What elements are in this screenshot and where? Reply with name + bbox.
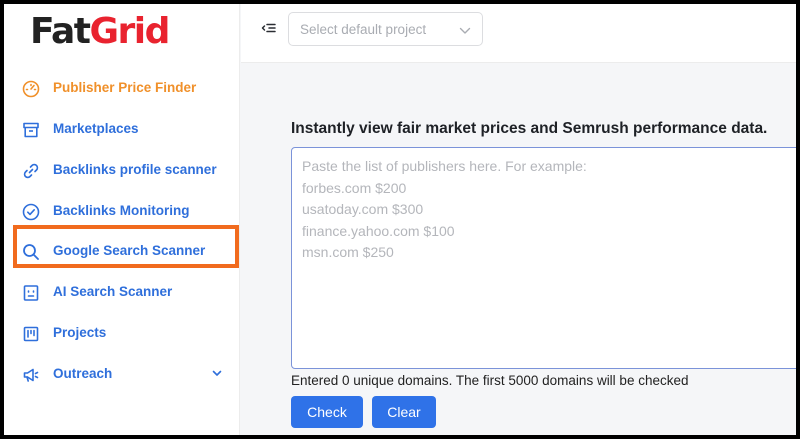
sidebar-item-outreach[interactable]: Outreach (4, 354, 240, 394)
page-title: Instantly view fair market prices and Se… (291, 120, 768, 137)
chevron-down-icon[interactable] (210, 366, 224, 380)
sidebar-item-label: Marketplaces (53, 121, 139, 136)
fatgrid-logo[interactable]: FatGrid (30, 10, 170, 54)
chevron-down-icon (458, 24, 472, 36)
sidebar-item-google-search-scanner[interactable]: Google Search Scanner (4, 231, 240, 271)
sidebar-item-publisher-price-finder[interactable]: Publisher Price Finder (4, 68, 240, 108)
search-icon (21, 242, 41, 262)
sidebar-item-marketplaces[interactable]: Marketplaces (4, 109, 240, 149)
robot-face-icon (21, 283, 41, 303)
sidebar-item-label: Outreach (53, 366, 113, 381)
app-window: FatGrid Publisher Price Finder Marketpla… (4, 4, 796, 435)
kanban-board-icon (21, 324, 41, 344)
domain-count-status: Entered 0 unique domains. The first 5000… (291, 373, 689, 388)
sidebar-item-label: Google Search Scanner (53, 243, 206, 258)
publishers-input[interactable] (291, 147, 796, 369)
topbar: Select default project (241, 4, 796, 63)
sidebar-item-backlinks-profile-scanner[interactable]: Backlinks profile scanner (4, 150, 240, 190)
logo-grid-text: Grid (89, 11, 170, 52)
sidebar-item-backlinks-monitoring[interactable]: Backlinks Monitoring (4, 191, 240, 231)
project-select-placeholder: Select default project (300, 22, 427, 37)
clear-button[interactable]: Clear (372, 396, 436, 428)
logo-fat-text: Fat (30, 11, 91, 52)
archive-box-icon (21, 120, 41, 140)
sidebar-item-label: Publisher Price Finder (53, 80, 197, 95)
gauge-icon (21, 79, 41, 99)
sidebar-item-projects[interactable]: Projects (4, 313, 240, 353)
check-circle-icon (21, 202, 41, 222)
sidebar-item-ai-search-scanner[interactable]: AI Search Scanner (4, 272, 240, 312)
link-icon (21, 161, 41, 181)
collapse-sidebar-icon[interactable] (260, 20, 278, 38)
check-button[interactable]: Check (291, 396, 363, 428)
sidebar-item-label: Projects (53, 325, 107, 340)
sidebar-item-label: Backlinks profile scanner (53, 162, 217, 177)
sidebar: FatGrid Publisher Price Finder Marketpla… (4, 4, 240, 435)
sidebar-item-label: Backlinks Monitoring (53, 203, 190, 218)
sidebar-item-label: AI Search Scanner (53, 284, 173, 299)
project-select[interactable]: Select default project (288, 12, 483, 46)
megaphone-icon (21, 365, 41, 385)
